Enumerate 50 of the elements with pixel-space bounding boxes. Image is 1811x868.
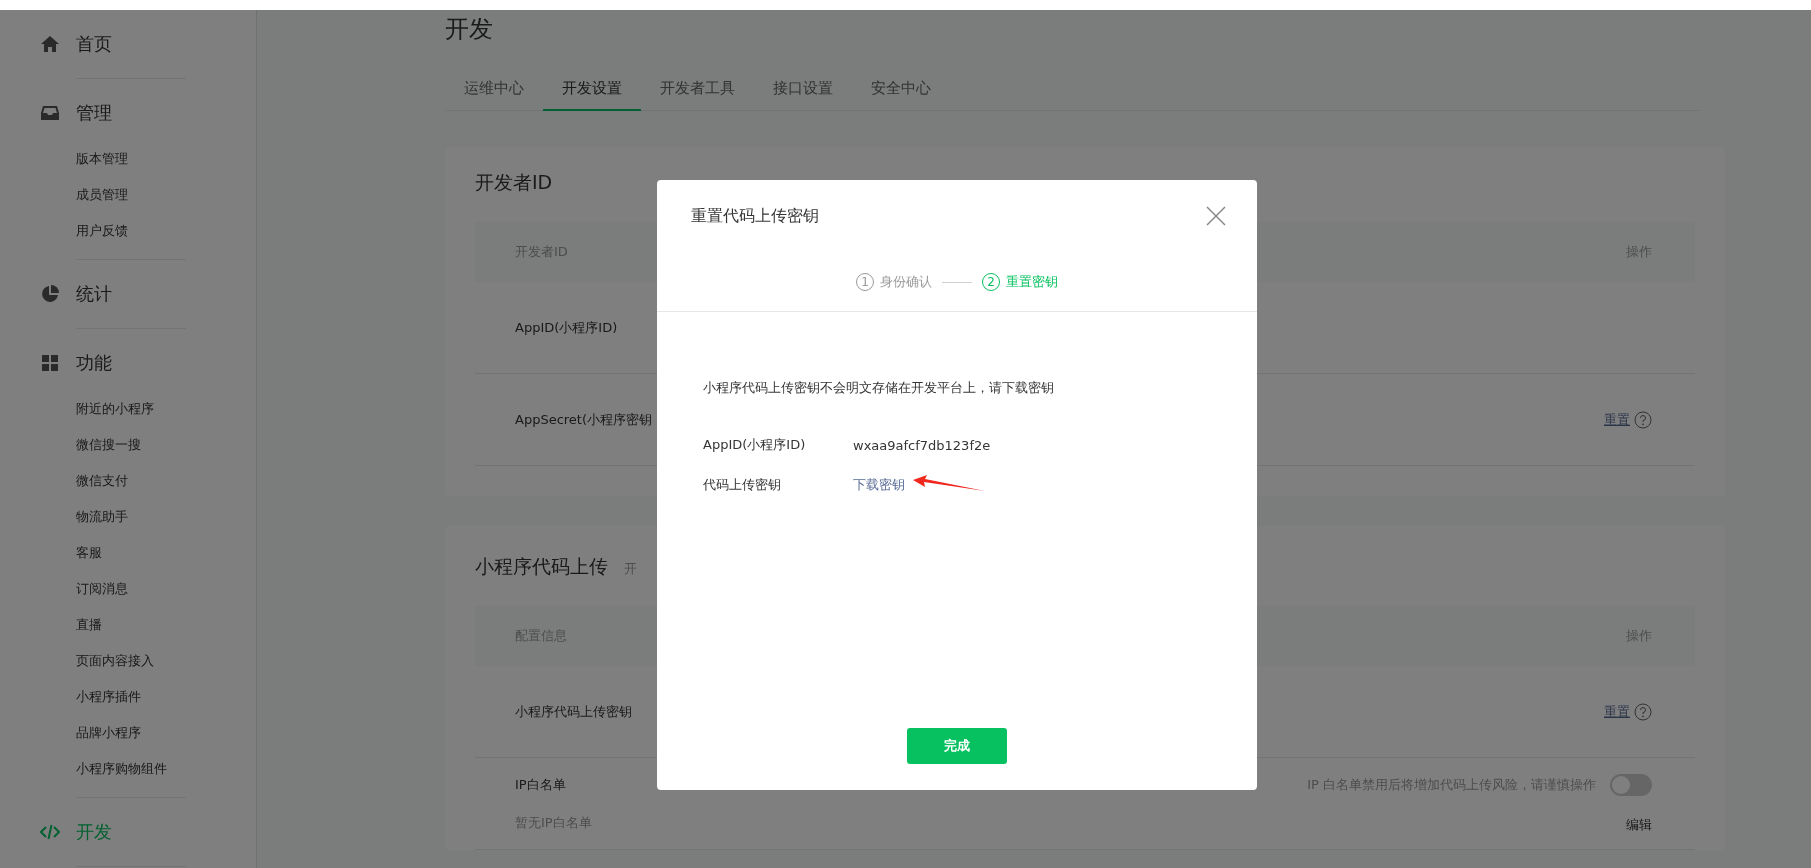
home-icon — [40, 34, 60, 54]
download-link[interactable]: 下载密钥 — [853, 476, 905, 494]
reset-link[interactable]: 重置 — [1604, 410, 1630, 429]
tab[interactable]: 开发设置 — [543, 69, 641, 111]
table-cell: AppID(小程序ID) — [515, 318, 618, 337]
sidebar-item[interactable]: 页面内容接入 — [76, 643, 256, 679]
pie-chart-icon — [40, 284, 60, 304]
tab[interactable]: 安全中心 — [852, 69, 950, 111]
sidebar-item[interactable]: 小程序购物组件 — [76, 751, 256, 787]
dialog-message: 小程序代码上传密钥不会明文存储在开发平台上，请下载密钥 — [703, 379, 1055, 397]
step-label: 重置密钥 — [1006, 273, 1058, 291]
grid-icon — [40, 353, 60, 373]
field-label: AppID(小程序ID) — [703, 436, 807, 454]
table-cell: AppSecret(小程序密钥 — [515, 410, 653, 429]
card-title: 开发者ID — [475, 170, 553, 195]
tab[interactable]: 开发者工具 — [641, 69, 754, 111]
sidebar-item[interactable]: 微信支付 — [76, 463, 256, 499]
table-cell: 小程序代码上传密钥 — [515, 702, 632, 721]
tab[interactable]: 运维中心 — [445, 69, 543, 111]
dialog-title: 重置代码上传密钥 — [691, 205, 819, 227]
edit-link[interactable]: 编辑 — [1626, 815, 1652, 834]
card-title: 小程序代码上传 — [475, 554, 608, 579]
step-label: 身份确认 — [880, 273, 932, 291]
done-button[interactable]: 完成 — [907, 728, 1007, 764]
reset-link[interactable]: 重置 — [1604, 702, 1630, 721]
sidebar-section[interactable]: 统计 — [76, 282, 112, 306]
sidebar-item[interactable]: 版本管理 — [76, 141, 256, 177]
sidebar-section[interactable]: 管理 — [76, 101, 112, 125]
sidebar-item[interactable]: 订阅消息 — [76, 571, 256, 607]
toggle-switch[interactable] — [1610, 773, 1652, 796]
sidebar-section[interactable]: 首页 — [76, 32, 112, 56]
sidebar-item[interactable]: 成员管理 — [76, 177, 256, 213]
close-button[interactable] — [1205, 205, 1227, 227]
table-cell-text: IP白名单 — [515, 775, 567, 794]
sidebar-section[interactable]: 功能 — [76, 351, 112, 375]
code-icon — [40, 822, 60, 842]
sidebar-item[interactable]: 物流助手 — [76, 499, 256, 535]
tab[interactable]: 接口设置 — [754, 69, 852, 111]
sidebar-item[interactable]: 品牌小程序 — [76, 715, 256, 751]
page-title: 开发 — [445, 14, 494, 45]
sidebar-item[interactable]: 直播 — [76, 607, 256, 643]
field-label: 代码上传密钥 — [703, 476, 782, 494]
inbox-icon — [40, 103, 60, 123]
help-icon[interactable] — [1634, 702, 1652, 721]
sidebar-item[interactable]: 小程序插件 — [76, 679, 256, 715]
sidebar-item[interactable]: 客服 — [76, 535, 256, 571]
sidebar-item[interactable]: 附近的小程序 — [76, 391, 256, 427]
sidebar-item[interactable]: 用户反馈 — [76, 213, 256, 249]
help-icon[interactable] — [1634, 410, 1652, 429]
field-value: wxaa9afcf7db123f2e — [853, 437, 991, 453]
